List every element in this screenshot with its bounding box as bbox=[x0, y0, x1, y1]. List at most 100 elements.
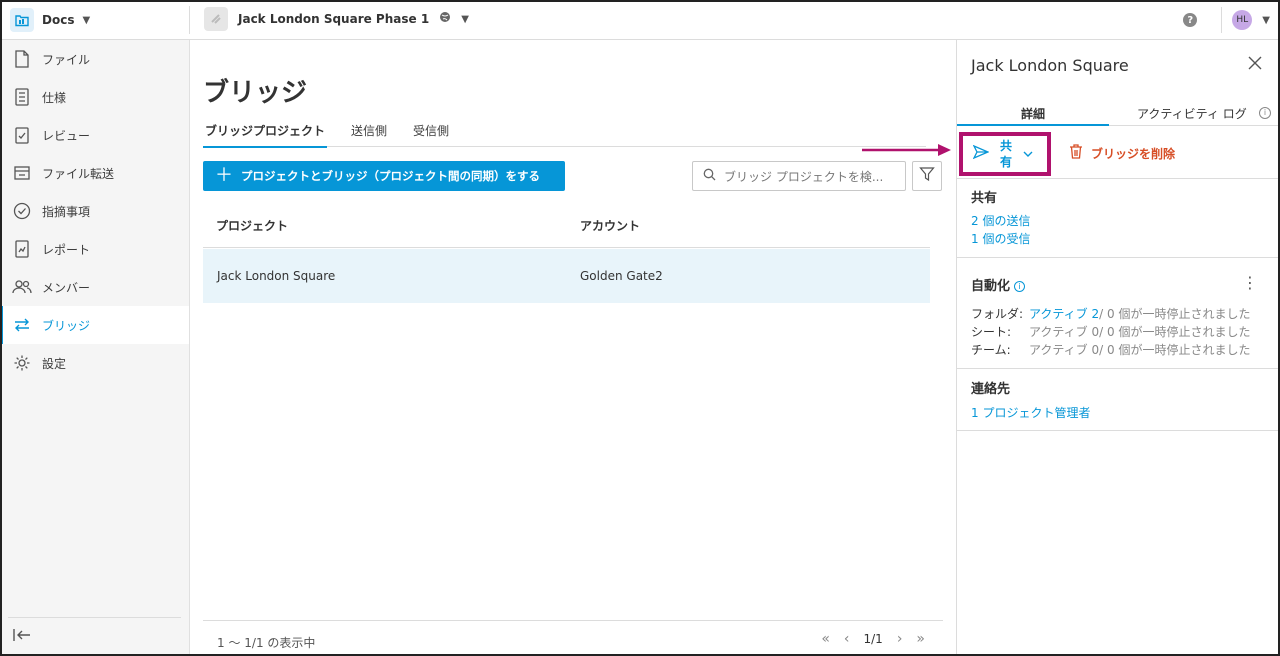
top-bar: Docs ▼ Jack London Square Phase 1 ▼ ? HL… bbox=[0, 0, 1280, 40]
globe-icon bbox=[439, 11, 451, 27]
automation-key: シート: bbox=[971, 325, 1012, 339]
table-row[interactable]: Jack London Square Golden Gate2 bbox=[203, 249, 930, 303]
chevron-down-icon[interactable]: ▼ bbox=[1262, 15, 1270, 26]
project-thumbnail-icon bbox=[204, 7, 228, 31]
sidebar-item-label: メンバー bbox=[42, 280, 91, 295]
automation-rest: / 0 個が一時停止されました bbox=[1099, 325, 1251, 339]
automation-row-team: チーム: アクティブ 0 / 0 個が一時停止されました bbox=[971, 341, 1250, 358]
next-page-icon[interactable]: › bbox=[897, 631, 903, 647]
tab-activity-log[interactable]: アクティビティ ログ bbox=[1137, 105, 1247, 122]
tab-details[interactable]: 詳細 bbox=[1021, 105, 1045, 122]
sidebar-item-label: 仕様 bbox=[42, 90, 67, 105]
results-count: 1 〜 1/1 の表示中 bbox=[217, 636, 316, 650]
sidebar-item-files[interactable]: ファイル bbox=[0, 40, 189, 78]
sidebar-item-specs[interactable]: 仕様 bbox=[0, 78, 189, 116]
automation-section-title: 自動化 i bbox=[971, 275, 1026, 294]
send-icon bbox=[972, 144, 990, 163]
divider bbox=[957, 430, 1280, 431]
delete-bridge-button[interactable]: ブリッジを削除 bbox=[1069, 144, 1175, 162]
sidebar-item-settings[interactable]: 設定 bbox=[0, 344, 189, 382]
cell-account: Golden Gate2 bbox=[580, 269, 663, 283]
share-label: 共有 bbox=[999, 139, 1012, 169]
table-header: プロジェクト アカウント bbox=[203, 202, 930, 248]
cell-project: Jack London Square bbox=[217, 269, 336, 283]
sidebar-item-members[interactable]: メンバー bbox=[0, 268, 189, 306]
bridge-arrows-icon bbox=[12, 315, 32, 335]
search-placeholder: ブリッジ プロジェクトを検... bbox=[724, 169, 884, 184]
details-panel: Jack London Square 詳細 アクティビティ ログ i 共有 ブリ… bbox=[956, 40, 1280, 656]
sidebar-item-issues[interactable]: 指摘事項 bbox=[0, 192, 189, 230]
project-admin-link[interactable]: 1 プロジェクト管理者 bbox=[971, 404, 1090, 421]
info-icon[interactable]: i bbox=[1014, 281, 1026, 292]
chevron-down-icon bbox=[1023, 147, 1033, 162]
first-page-icon[interactable]: « bbox=[821, 631, 830, 647]
sidebar-item-label: レビュー bbox=[42, 128, 91, 143]
filter-icon bbox=[919, 166, 935, 186]
tab-sending[interactable]: 送信側 bbox=[349, 123, 389, 147]
add-bridge-button[interactable]: ＋ プロジェクトとブリッジ（プロジェクト間の同期）をする bbox=[203, 161, 565, 191]
received-link[interactable]: 1 個の受信 bbox=[971, 230, 1030, 247]
sidebar-item-transmittals[interactable]: ファイル転送 bbox=[0, 154, 189, 192]
last-page-icon[interactable]: » bbox=[916, 631, 925, 647]
tab-bridge-projects[interactable]: ブリッジプロジェクト bbox=[203, 123, 328, 148]
sidebar-item-label: レポート bbox=[42, 242, 91, 257]
contacts-section-title: 連絡先 bbox=[971, 382, 1011, 397]
add-bridge-label: プロジェクトとブリッジ（プロジェクト間の同期）をする bbox=[241, 169, 540, 183]
sidebar-item-reviews[interactable]: レビュー bbox=[0, 116, 189, 154]
automation-rest: / 0 個が一時停止されました bbox=[1099, 307, 1251, 321]
column-header-project[interactable]: プロジェクト bbox=[216, 217, 288, 234]
column-header-account[interactable]: アカウント bbox=[580, 217, 640, 234]
members-icon bbox=[12, 277, 32, 297]
spec-list-icon bbox=[12, 87, 32, 107]
sidebar: ファイル 仕様 レビュー ファイル転送 指摘事項 レポート メンバー ブリッジ … bbox=[0, 40, 190, 656]
more-options-icon[interactable]: ⋮ bbox=[1242, 275, 1258, 291]
page-title: ブリッジ bbox=[203, 78, 308, 108]
chevron-down-icon: ▼ bbox=[82, 14, 91, 26]
filter-button[interactable] bbox=[912, 161, 942, 191]
project-switcher[interactable]: Jack London Square Phase 1 ▼ bbox=[204, 5, 469, 33]
automation-key: フォルダ: bbox=[971, 307, 1024, 321]
pagination: « ‹ 1/1 › » bbox=[821, 631, 925, 647]
divider bbox=[189, 6, 190, 34]
page-indicator: 1/1 bbox=[863, 632, 883, 646]
info-icon[interactable]: i bbox=[1259, 107, 1271, 119]
automation-row-sheet: シート: アクティブ 0 / 0 個が一時停止されました bbox=[971, 323, 1250, 340]
file-icon bbox=[12, 49, 32, 69]
automation-active[interactable]: アクティブ 2 bbox=[1029, 305, 1099, 322]
delete-bridge-label: ブリッジを削除 bbox=[1091, 146, 1176, 161]
tab-bar: ブリッジプロジェクト 送信側 受信側 bbox=[203, 123, 926, 148]
chevron-down-icon: ▼ bbox=[461, 13, 469, 25]
docs-logo-icon bbox=[10, 8, 34, 32]
automation-active: アクティブ 0 bbox=[1029, 325, 1100, 339]
sidebar-item-reports[interactable]: レポート bbox=[0, 230, 189, 268]
app-switcher[interactable]: Docs ▼ bbox=[10, 8, 90, 32]
project-name: Jack London Square Phase 1 bbox=[238, 12, 430, 26]
collapse-sidebar-icon[interactable] bbox=[12, 628, 32, 646]
report-icon bbox=[12, 239, 32, 259]
help-icon[interactable]: ? bbox=[1183, 13, 1198, 27]
panel-tab-bar: 詳細 アクティビティ ログ i bbox=[957, 98, 1280, 126]
prev-page-icon[interactable]: ‹ bbox=[844, 631, 850, 647]
share-section-title: 共有 bbox=[971, 191, 998, 206]
transmittal-tray-icon bbox=[12, 163, 32, 183]
sidebar-item-label: 指摘事項 bbox=[42, 204, 91, 219]
divider bbox=[957, 368, 1280, 369]
share-button[interactable]: 共有 bbox=[959, 132, 1051, 176]
search-input[interactable]: ブリッジ プロジェクトを検... bbox=[692, 161, 906, 191]
automation-active: アクティブ 0 bbox=[1029, 343, 1100, 357]
review-clipboard-icon bbox=[12, 125, 32, 145]
automation-key: チーム: bbox=[971, 343, 1011, 357]
close-icon[interactable] bbox=[1248, 56, 1264, 72]
automation-rest: / 0 個が一時停止されました bbox=[1099, 343, 1251, 357]
automation-title: 自動化 bbox=[971, 279, 1011, 294]
gear-icon bbox=[12, 353, 32, 373]
trash-icon bbox=[1069, 144, 1083, 162]
main-content: ブリッジ ブリッジプロジェクト 送信側 受信側 ＋ プロジェクトとブリッジ（プロ… bbox=[190, 40, 956, 656]
tab-receiving[interactable]: 受信側 bbox=[411, 123, 451, 147]
divider bbox=[1221, 7, 1223, 33]
annotation-arrow-icon bbox=[862, 144, 951, 156]
sent-link[interactable]: 2 個の送信 bbox=[971, 212, 1030, 229]
sidebar-item-bridge[interactable]: ブリッジ bbox=[0, 306, 189, 344]
search-icon bbox=[703, 168, 716, 185]
avatar[interactable]: HL bbox=[1232, 10, 1253, 30]
